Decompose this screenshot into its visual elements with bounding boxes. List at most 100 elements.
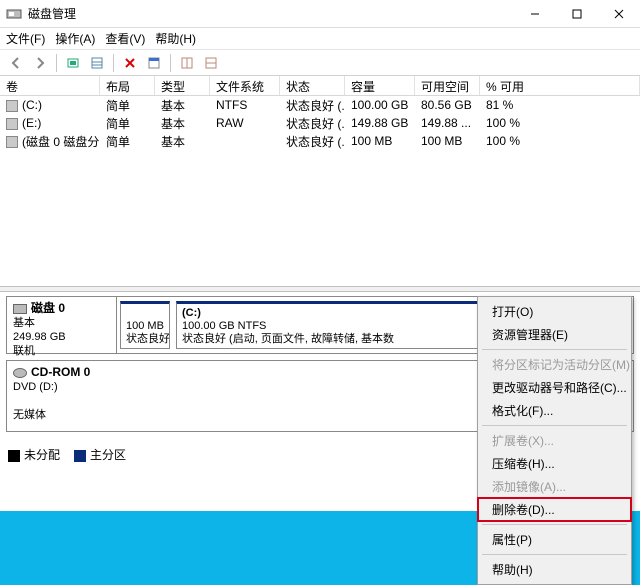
disk-state: 联机 [13,345,35,357]
col-layout[interactable]: 布局 [100,76,155,95]
menu-shrink[interactable]: 压缩卷(H)... [478,452,631,475]
cell-free: 100 MB [415,133,480,149]
disk-type: 基本 [13,317,35,329]
cell-layout: 简单 [100,114,155,133]
separator [482,349,627,350]
cell-vol: (磁盘 0 磁盘分区 1) [22,135,100,149]
part-status: 状态良好 (启动, 页面文件, 故障转储, 基本数 [182,333,394,345]
cell-layout: 简单 [100,132,155,151]
menu-help[interactable]: 帮助(H) [478,558,631,581]
col-volume[interactable]: 卷 [0,76,100,95]
col-pct[interactable]: % 可用 [480,76,640,95]
cell-free: 80.56 GB [415,97,480,113]
cell-fs: RAW [210,115,280,131]
cell-type: 基本 [155,132,210,151]
cdrom-name: CD-ROM 0 [31,365,90,379]
cell-vol: (C:) [22,98,42,112]
disk-info[interactable]: 磁盘 0 基本 249.98 GB 联机 [7,297,117,353]
refresh-icon[interactable] [63,53,83,73]
menu-change-letter[interactable]: 更改驱动器号和路径(C)... [478,376,631,399]
table-header: 卷 布局 类型 文件系统 状态 容量 可用空间 % 可用 [0,76,640,96]
cell-pct: 100 % [480,115,640,131]
separator [482,554,627,555]
back-icon[interactable] [6,53,26,73]
menu-open[interactable]: 打开(O) [478,300,631,323]
volume-list: (C:) 简单 基本 NTFS 状态良好 (... 100.00 GB 80.5… [0,96,640,286]
cell-vol: (E:) [22,116,41,130]
cell-pct: 100 % [480,133,640,149]
app-icon [6,6,22,22]
partition-efi[interactable]: 100 MB 状态良好 (EFI 系 [120,301,170,349]
cell-type: 基本 [155,96,210,115]
menubar: 文件(F) 操作(A) 查看(V) 帮助(H) [0,28,640,50]
legend-primary-swatch [74,450,86,462]
volume-icon [6,118,18,130]
col-capacity[interactable]: 容量 [345,76,415,95]
part-size: 100 MB [126,320,164,332]
cdrom-state: 无媒体 [13,409,46,421]
separator [482,524,627,525]
forward-icon[interactable] [30,53,50,73]
disk-management-window: 磁盘管理 文件(F) 操作(A) 查看(V) 帮助(H) 卷 布局 类型 文件系… [0,0,640,511]
close-button[interactable] [598,0,640,28]
cell-fs: NTFS [210,97,280,113]
cdrom-letter: DVD (D:) [13,381,58,393]
list-icon[interactable] [87,53,107,73]
separator [56,54,57,72]
menu-format[interactable]: 格式化(F)... [478,399,631,422]
cdrom-info[interactable]: CD-ROM 0 DVD (D:) 无媒体 [7,361,117,431]
menu-view[interactable]: 查看(V) [105,30,145,47]
table-row[interactable]: (C:) 简单 基本 NTFS 状态良好 (... 100.00 GB 80.5… [0,96,640,114]
table-row[interactable]: (磁盘 0 磁盘分区 1) 简单 基本 状态良好 (... 100 MB 100… [0,132,640,150]
cell-cap: 100 MB [345,133,415,149]
menu-action[interactable]: 操作(A) [55,30,95,47]
part-name: (C:) [182,307,201,319]
menu-help[interactable]: 帮助(H) [155,30,196,47]
cell-pct: 81 % [480,97,640,113]
cell-fs [210,140,280,142]
window-title: 磁盘管理 [28,5,514,22]
legend-unalloc-label: 未分配 [24,448,60,462]
maximize-button[interactable] [556,0,598,28]
separator [170,54,171,72]
cell-status: 状态良好 (... [280,132,345,151]
properties-icon[interactable] [144,53,164,73]
part-size: 100.00 GB NTFS [182,320,266,332]
separator [113,54,114,72]
menu-mirror: 添加镜像(A)... [478,475,631,498]
layout1-icon[interactable] [177,53,197,73]
menu-explorer[interactable]: 资源管理器(E) [478,323,631,346]
context-menu: 打开(O) 资源管理器(E) 将分区标记为活动分区(M) 更改驱动器号和路径(C… [477,296,632,585]
disk-size: 249.98 GB [13,331,66,343]
cell-layout: 简单 [100,96,155,115]
part-status: 状态良好 (EFI 系 [126,333,170,345]
delete-icon[interactable] [120,53,140,73]
disk-icon [13,304,27,314]
col-fs[interactable]: 文件系统 [210,76,280,95]
cell-cap: 149.88 GB [345,115,415,131]
col-type[interactable]: 类型 [155,76,210,95]
titlebar: 磁盘管理 [0,0,640,28]
legend-unalloc-swatch [8,450,20,462]
volume-icon [6,136,18,148]
minimize-button[interactable] [514,0,556,28]
cdrom-icon [13,368,27,378]
disk-name: 磁盘 0 [31,301,65,315]
cell-status: 状态良好 (... [280,96,345,115]
layout2-icon[interactable] [201,53,221,73]
cell-cap: 100.00 GB [345,97,415,113]
legend-primary-label: 主分区 [90,448,126,462]
volume-icon [6,100,18,112]
cell-free: 149.88 ... [415,115,480,131]
menu-delete-volume[interactable]: 删除卷(D)... [478,498,631,521]
menu-mark-active: 将分区标记为活动分区(M) [478,353,631,376]
table-row[interactable]: (E:) 简单 基本 RAW 状态良好 (... 149.88 GB 149.8… [0,114,640,132]
partition-c[interactable]: (C:) 100.00 GB NTFS 状态良好 (启动, 页面文件, 故障转储… [176,301,524,349]
col-free[interactable]: 可用空间 [415,76,480,95]
separator [482,425,627,426]
menu-extend: 扩展卷(X)... [478,429,631,452]
col-status[interactable]: 状态 [280,76,345,95]
cell-status: 状态良好 (... [280,114,345,133]
menu-properties[interactable]: 属性(P) [478,528,631,551]
menu-file[interactable]: 文件(F) [6,30,45,47]
